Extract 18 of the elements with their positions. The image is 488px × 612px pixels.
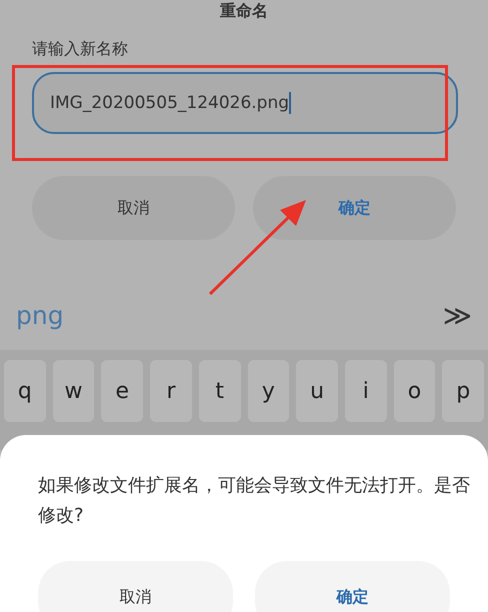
keyboard-key[interactable]: o (394, 360, 436, 422)
field-label: 请输入新名称 (32, 39, 129, 60)
name-input-field[interactable]: IMG_20200505_124026.png (32, 72, 458, 134)
dialog-title: 重命名 (219, 1, 269, 21)
keyboard-key[interactable]: u (296, 360, 338, 422)
keyboard-key[interactable]: e (101, 360, 144, 422)
keyboard-key[interactable]: w (52, 360, 94, 422)
keyboard-key[interactable]: t (198, 360, 241, 422)
cancel-button[interactable]: 取消 (32, 176, 235, 240)
confirm-button[interactable]: 确定 (255, 561, 450, 612)
keyboard-key[interactable]: p (442, 360, 484, 422)
keyboard-key[interactable]: r (150, 360, 192, 422)
cancel-button[interactable]: 取消 (38, 561, 233, 612)
keyboard-key[interactable]: i (344, 360, 387, 422)
keyboard-key[interactable]: y (248, 360, 290, 422)
warning-message: 如果修改文件扩展名，可能会导致文件无法打开。是否修改? (38, 474, 470, 528)
keyboard-key[interactable]: q (4, 360, 46, 422)
expand-icon[interactable]: ≫ (442, 298, 472, 332)
